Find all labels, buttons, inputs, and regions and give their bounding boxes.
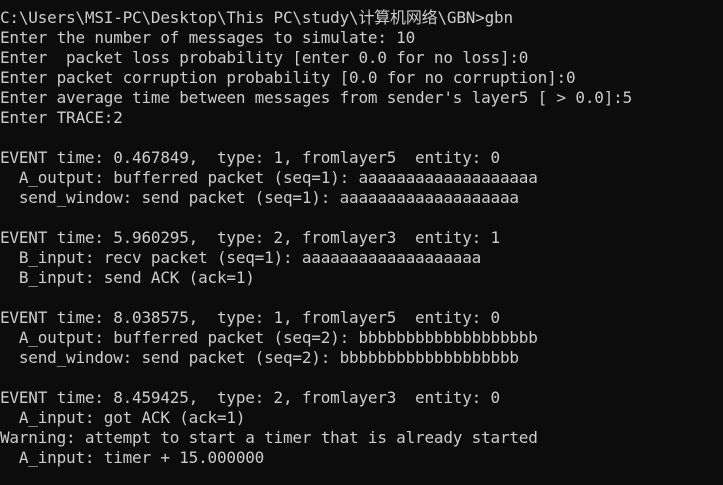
console-line: Enter packet corruption probability [0.0…: [0, 68, 576, 87]
console-line: A_output: bufferred packet (seq=1): aaaa…: [0, 168, 538, 187]
console-line: Warning: attempt to start a timer that i…: [0, 428, 538, 447]
console-line: send_window: send packet (seq=1): aaaaaa…: [0, 188, 519, 207]
console-line: EVENT time: 5.960295, type: 2, fromlayer…: [0, 228, 500, 247]
console-line: B_input: send ACK (ack=1): [0, 268, 255, 287]
console-line: Enter TRACE:2: [0, 108, 123, 127]
console-line: EVENT time: 8.038575, type: 1, fromlayer…: [0, 308, 500, 327]
console-line: EVENT time: 0.467849, type: 1, fromlayer…: [0, 148, 500, 167]
console-line: EVENT time: 8.459425, type: 2, fromlayer…: [0, 388, 500, 407]
console-line: A_output: bufferred packet (seq=2): bbbb…: [0, 328, 538, 347]
console-line: Enter packet loss probability [enter 0.0…: [0, 48, 529, 67]
console-line: Enter the number of messages to simulate…: [0, 28, 416, 47]
console-line: C:\Users\MSI-PC\Desktop\This PC\study\计算…: [0, 8, 513, 27]
console-line: A_input: got ACK (ack=1): [0, 408, 246, 427]
console-line: send_window: send packet (seq=2): bbbbbb…: [0, 348, 519, 367]
console-line: B_input: recv packet (seq=1): aaaaaaaaaa…: [0, 248, 482, 267]
console-line: A_input: timer + 15.000000: [0, 448, 265, 467]
console-line: Enter average time between messages from…: [0, 88, 632, 107]
terminal-console[interactable]: C:\Users\MSI-PC\Desktop\This PC\study\计算…: [0, 0, 723, 485]
